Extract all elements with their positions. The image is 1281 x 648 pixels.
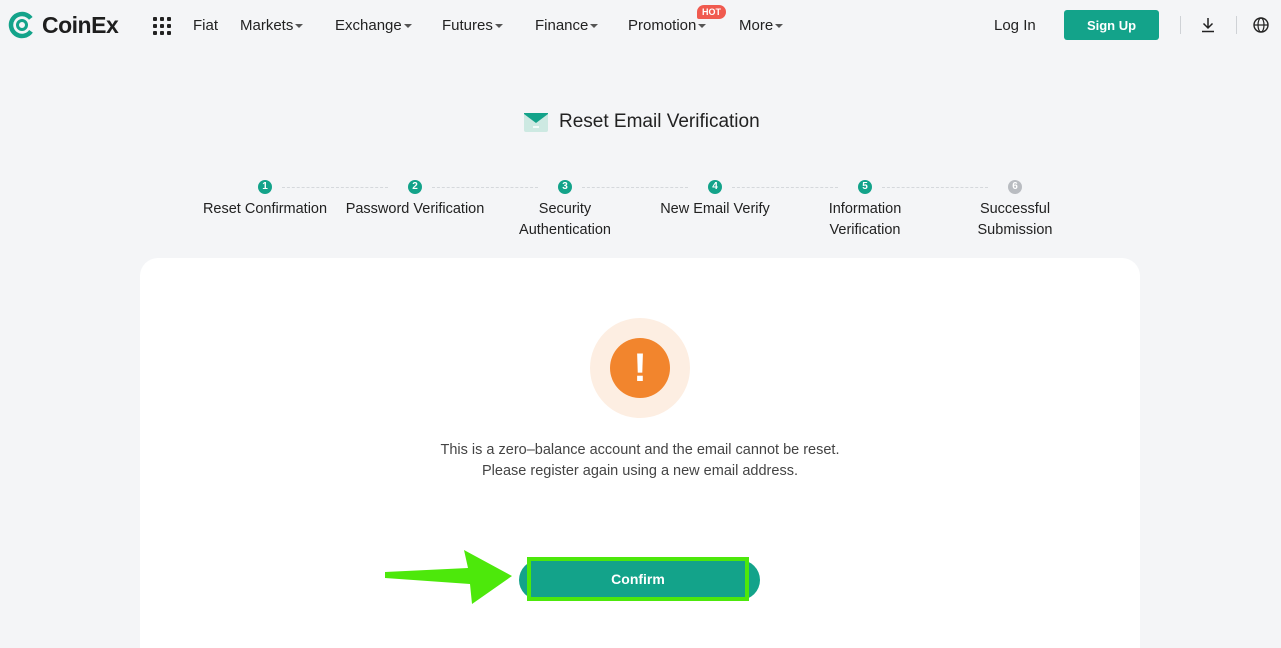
nav-promotion[interactable]: Promotion bbox=[628, 17, 707, 34]
message-line-2: Please register again using a new email … bbox=[482, 463, 798, 479]
step-number: 4 bbox=[708, 180, 722, 194]
highlight-arrow-icon bbox=[385, 550, 512, 604]
nav-fiat[interactable]: Fiat bbox=[193, 17, 218, 34]
step-number: 1 bbox=[258, 180, 272, 194]
caret-down-icon bbox=[403, 24, 412, 28]
nav-finance[interactable]: Finance bbox=[535, 17, 599, 34]
step-label: New Email Verify bbox=[660, 201, 770, 217]
step-label: Authentication bbox=[519, 222, 611, 238]
divider bbox=[1180, 16, 1181, 34]
step-label: Submission bbox=[977, 222, 1053, 238]
warning-icon: ! bbox=[610, 338, 670, 398]
message-line-1: This is a zero–balance account and the e… bbox=[440, 442, 840, 458]
step-number: 5 bbox=[858, 180, 872, 194]
step-security-authentication: 3 Security Authentication bbox=[490, 180, 640, 241]
signup-button[interactable]: Sign Up bbox=[1064, 10, 1159, 40]
caret-down-icon bbox=[494, 24, 503, 28]
globe-icon[interactable] bbox=[1252, 16, 1270, 34]
brand-name: CoinEx bbox=[42, 11, 119, 38]
divider bbox=[1236, 16, 1237, 34]
nav-exchange[interactable]: Exchange bbox=[335, 17, 412, 34]
nav-more[interactable]: More bbox=[739, 17, 784, 34]
page-title-row: Reset Email Verification bbox=[523, 110, 760, 134]
step-successful-submission: 6 Successful Submission bbox=[940, 180, 1090, 241]
hot-badge: HOT bbox=[697, 5, 726, 19]
step-new-email-verify: 4 New Email Verify bbox=[640, 180, 790, 220]
download-icon[interactable] bbox=[1199, 16, 1217, 34]
step-label: Reset Confirmation bbox=[202, 201, 328, 217]
apps-grid-icon[interactable] bbox=[153, 17, 171, 35]
step-number: 3 bbox=[558, 180, 572, 194]
nav-markets[interactable]: Markets bbox=[240, 17, 304, 34]
login-link[interactable]: Log In bbox=[994, 17, 1036, 34]
step-label: Password Verification bbox=[345, 201, 485, 217]
step-number: 6 bbox=[1008, 180, 1022, 194]
confirm-button[interactable]: Confirm bbox=[527, 557, 749, 601]
step-label: Successful bbox=[979, 201, 1051, 217]
coinex-logo[interactable]: CoinEx bbox=[8, 11, 119, 39]
step-password-verification: 2 Password Verification bbox=[340, 180, 490, 220]
step-label: Security bbox=[538, 201, 592, 217]
coinex-logo-icon bbox=[8, 11, 36, 39]
caret-down-icon bbox=[295, 24, 304, 28]
caret-down-icon bbox=[775, 24, 784, 28]
nav-futures[interactable]: Futures bbox=[442, 17, 503, 34]
step-reset-confirmation: 1 Reset Confirmation bbox=[190, 180, 340, 220]
step-label: Verification bbox=[829, 222, 901, 238]
result-message: This is a zero–balance account and the e… bbox=[340, 440, 940, 482]
top-navbar: CoinEx Fiat Markets Exchange Futures Fin… bbox=[0, 0, 1281, 52]
mail-icon bbox=[524, 113, 548, 132]
step-label: Information bbox=[828, 201, 902, 217]
step-information-verification: 5 Information Verification bbox=[790, 180, 940, 241]
caret-down-icon bbox=[698, 24, 707, 28]
page-title: Reset Email Verification bbox=[559, 111, 760, 132]
step-number: 2 bbox=[408, 180, 422, 194]
caret-down-icon bbox=[590, 24, 599, 28]
